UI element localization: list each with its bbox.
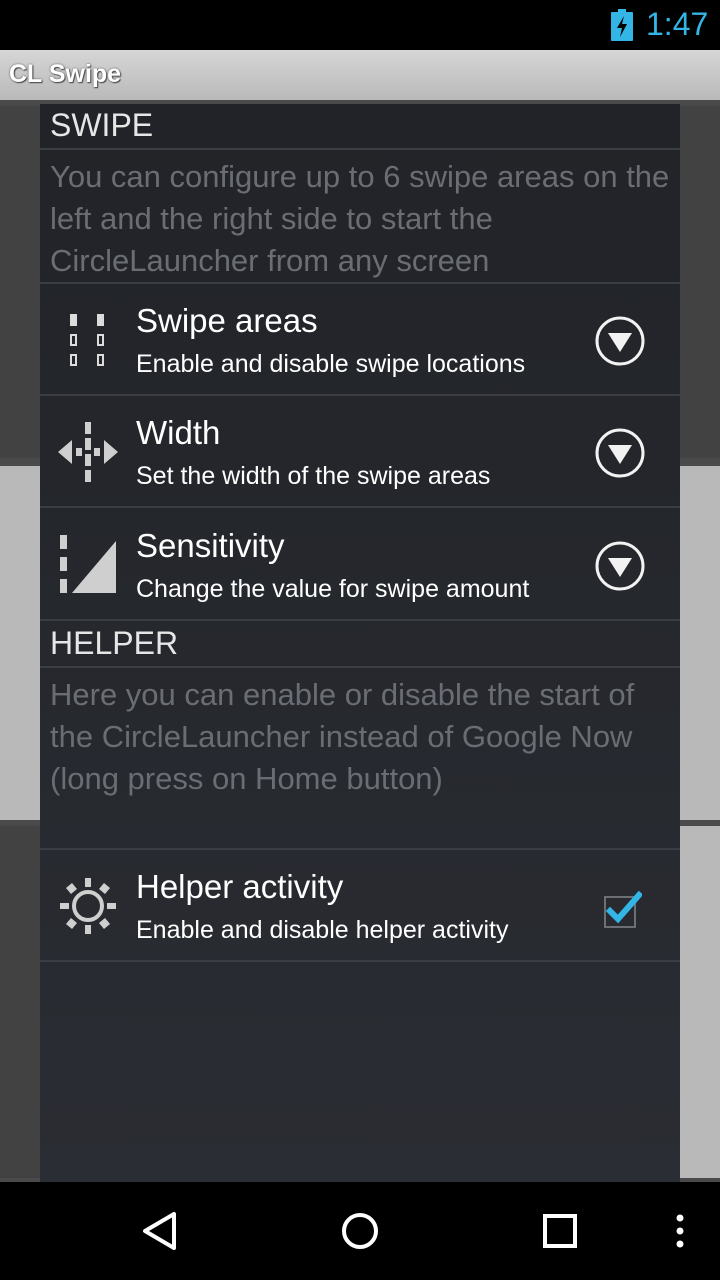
swipe-section-description: You can configure up to 6 swipe areas on… <box>40 150 680 284</box>
helper-section-title: HELPER <box>50 625 179 661</box>
dropdown-arrow-icon[interactable] <box>595 316 645 366</box>
swipe-section-title: SWIPE <box>50 107 154 143</box>
helper-activity-checkbox[interactable] <box>602 889 642 929</box>
navigation-bar <box>0 1182 720 1280</box>
right-swipe-area-3 <box>680 826 720 1178</box>
pref-swipe-areas[interactable]: Swipe areas Enable and disable swipe loc… <box>40 284 680 396</box>
left-swipe-area-2 <box>0 466 40 820</box>
preferences-panel: SWIPE You can configure up to 6 swipe ar… <box>40 104 680 1182</box>
swipe-description-text: You can configure up to 6 swipe areas on… <box>50 159 670 278</box>
pref-summary: Set the width of the swipe areas <box>136 462 491 490</box>
right-swipe-area-2 <box>680 466 720 820</box>
pref-width[interactable]: Width Set the width of the swipe areas <box>40 396 680 508</box>
swipe-section-header: SWIPE <box>40 104 680 150</box>
home-icon[interactable] <box>340 1211 380 1251</box>
width-icon <box>58 422 118 482</box>
right-swipe-area-1 <box>680 106 720 458</box>
pref-summary: Change the value for swipe amount <box>136 575 530 603</box>
helper-section-header: HELPER <box>40 622 680 668</box>
helper-description-text: Here you can enable or disable the start… <box>50 677 635 796</box>
pref-helper-activity[interactable]: Helper activity Enable and disable helpe… <box>40 850 680 962</box>
pref-title: Sensitivity <box>136 527 285 564</box>
battery-charging-icon <box>611 9 633 41</box>
dropdown-arrow-icon[interactable] <box>595 541 645 591</box>
app-bar: CL Swipe <box>0 50 720 100</box>
helper-icon <box>60 878 116 934</box>
swipe-areas-icon <box>70 314 104 366</box>
pref-title: Width <box>136 414 221 451</box>
pref-title: Swipe areas <box>136 302 318 339</box>
back-icon[interactable] <box>140 1211 180 1251</box>
helper-section-description: Here you can enable or disable the start… <box>40 668 680 850</box>
clock: 1:47 <box>646 6 709 42</box>
dropdown-arrow-icon[interactable] <box>595 428 645 478</box>
status-bar: 1:47 <box>0 0 720 50</box>
pref-sensitivity[interactable]: Sensitivity Change the value for swipe a… <box>40 509 680 621</box>
pref-summary: Enable and disable helper activity <box>136 916 509 944</box>
left-swipe-area-1 <box>0 106 40 458</box>
sensitivity-icon <box>60 535 116 593</box>
content-area: SWIPE You can configure up to 6 swipe ar… <box>0 100 720 1182</box>
pref-summary: Enable and disable swipe locations <box>136 350 526 378</box>
recents-icon[interactable] <box>542 1213 578 1249</box>
pref-title: Helper activity <box>136 868 344 905</box>
overflow-menu-icon[interactable] <box>672 1213 688 1249</box>
left-swipe-area-3 <box>0 826 40 1178</box>
app-title: CL Swipe <box>9 60 122 88</box>
